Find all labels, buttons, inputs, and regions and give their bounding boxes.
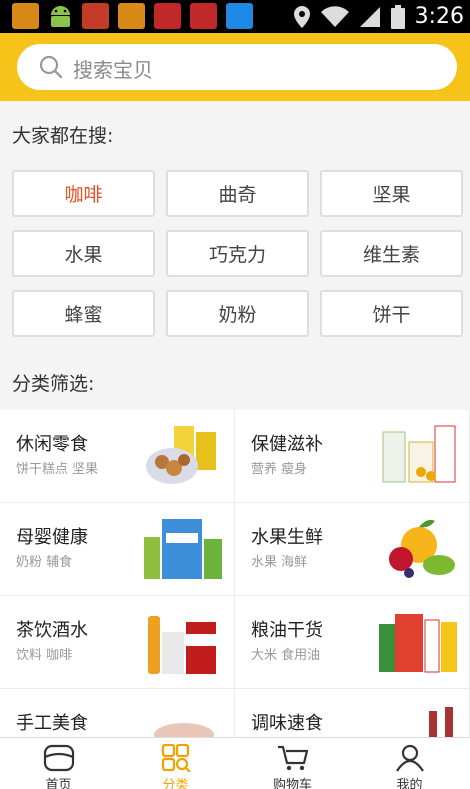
search-bar: 搜索宝贝 [0,33,470,101]
nav-home[interactable]: 首页 [0,738,117,789]
hot-tag[interactable]: 坚果 [320,170,463,217]
status-bar: 3:26 [0,0,470,33]
category-cell[interactable]: 母婴健康 奶粉 辅食 [0,503,235,596]
category-subtitle: 饼干糕点 坚果 [16,462,99,477]
nav-category[interactable]: 分类 [117,738,234,789]
seasoning-image [429,707,453,737]
app-icon [190,3,217,29]
category-title: 粮油干货 [251,620,323,641]
hot-tag[interactable]: 曲奇 [166,170,309,217]
app-icon [154,3,181,29]
search-input[interactable]: 搜索宝贝 [17,44,457,90]
hot-tag[interactable]: 蜂蜜 [12,290,155,337]
hot-tag[interactable]: 饼干 [320,290,463,337]
android-icon [47,3,74,29]
health-products-image [382,425,456,483]
category-title: 保健滋补 [251,434,323,455]
app-icon [118,3,145,29]
category-title: 休闲零食 [16,434,88,455]
category-cell[interactable]: 保健滋补 营养 瘦身 [235,410,470,503]
home-icon [43,744,74,772]
search-placeholder: 搜索宝贝 [73,58,153,82]
nav-profile[interactable]: 我的 [351,738,468,789]
snacks-image [146,426,216,484]
category-subtitle: 营养 瘦身 [251,462,308,477]
category-title: 调味速食 [251,713,323,734]
category-cell[interactable]: 调味速食 [235,689,470,737]
category-cell[interactable]: 水果生鲜 水果 海鲜 [235,503,470,596]
category-title: 茶饮酒水 [16,620,88,641]
user-icon [395,744,424,772]
category-subtitle: 水果 海鲜 [251,555,308,570]
app-icon [226,3,253,29]
wifi-icon [320,5,349,27]
app-icon [12,3,39,29]
baby-formula-image [144,519,222,579]
hot-tag[interactable]: 水果 [12,230,155,277]
category-cell[interactable]: 手工美食 [0,689,235,737]
category-title: 水果生鲜 [251,527,323,548]
category-cell[interactable]: 茶饮酒水 饮料 咖啡 [0,596,235,689]
category-cell[interactable]: 休闲零食 饼干糕点 坚果 [0,410,235,503]
hot-search-title: 大家都在搜: [12,125,114,147]
grain-oil-image [379,614,457,673]
nav-category-label: 分类 [162,778,189,789]
status-time: 3:26 [414,4,464,29]
category-grid: 休闲零食 饼干糕点 坚果 保健滋补 营养 瘦身 母婴健康 奶粉 辅食 水果生鲜 … [0,410,470,737]
nav-cart-label: 购物车 [272,778,312,789]
hot-tag[interactable]: 奶粉 [166,290,309,337]
battery-icon [390,4,405,29]
search-icon [39,55,63,79]
nav-cart[interactable]: 购物车 [234,738,351,789]
hot-tag[interactable]: 维生素 [320,230,463,277]
location-icon [293,5,310,28]
category-filter-title: 分类筛选: [12,373,95,395]
handmade-food-image [154,723,214,737]
nav-home-label: 首页 [45,778,72,789]
category-subtitle: 奶粉 辅食 [16,555,73,570]
drinks-image [148,616,216,674]
hot-tag[interactable]: 咖啡 [12,170,155,217]
category-subtitle: 大米 食用油 [251,648,321,663]
category-title: 手工美食 [16,713,88,734]
category-title: 母婴健康 [16,527,88,548]
app-icon [82,3,109,29]
signal-icon [359,6,380,27]
category-icon [161,744,191,772]
fresh-fruit-image [389,519,455,578]
nav-profile-label: 我的 [396,778,423,789]
hot-tag[interactable]: 巧克力 [166,230,309,277]
bottom-nav: 首页 分类 购物车 我的 [0,737,470,789]
category-subtitle: 饮料 咖啡 [16,648,73,663]
cart-icon [277,745,308,771]
category-cell[interactable]: 粮油干货 大米 食用油 [235,596,470,689]
